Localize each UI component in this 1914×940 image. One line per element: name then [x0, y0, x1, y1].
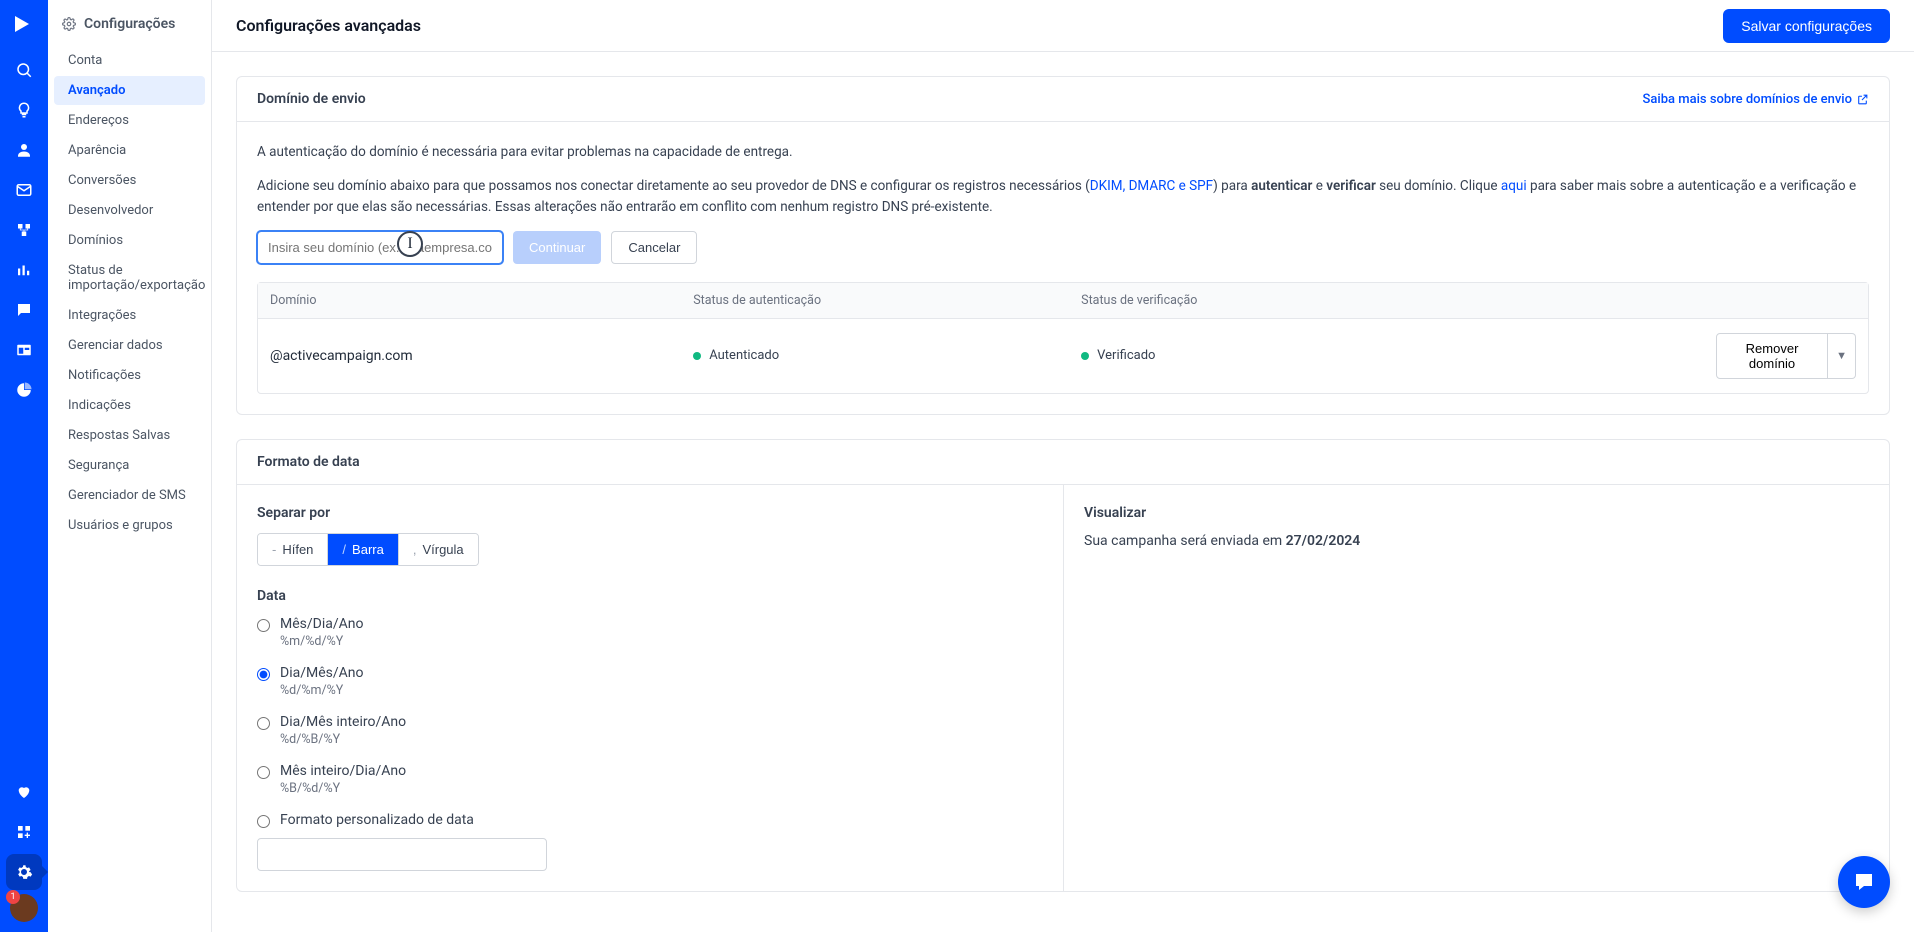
- chat-icon: [1852, 870, 1876, 894]
- sidebar-item-appearance[interactable]: Aparência: [54, 136, 205, 165]
- remove-domain-button[interactable]: Remover domínio: [1716, 333, 1828, 379]
- seg-slash[interactable]: /Barra: [327, 534, 397, 565]
- continue-button[interactable]: Continuar: [513, 231, 601, 264]
- status-dot-icon: [693, 352, 701, 360]
- radio-custom[interactable]: Formato personalizado de data: [257, 812, 1043, 828]
- radio-input[interactable]: [257, 668, 270, 681]
- radio-input[interactable]: [257, 815, 270, 828]
- sidebar-title: Configurações: [84, 16, 175, 32]
- gear-icon[interactable]: [6, 854, 42, 890]
- intro-text: A autenticação do domínio é necessária p…: [257, 142, 1869, 162]
- description-text: Adicione seu domínio abaixo para que pos…: [257, 176, 1869, 217]
- sidebar-item-saved-responses[interactable]: Respostas Salvas: [54, 421, 205, 450]
- sidebar-item-developer[interactable]: Desenvolvedor: [54, 196, 205, 225]
- sidebar-item-notifications[interactable]: Notificações: [54, 361, 205, 390]
- topbar: Configurações avançadas Salvar configura…: [212, 0, 1914, 52]
- gear-icon: [62, 17, 76, 31]
- radio-dmy[interactable]: Dia/Mês/Ano%d/%m/%Y: [257, 665, 1043, 698]
- domain-input[interactable]: [257, 231, 503, 264]
- verify-status: Verificado: [1081, 348, 1716, 363]
- status-dot-icon: [1081, 352, 1089, 360]
- sidebar-item-conversions[interactable]: Conversões: [54, 166, 205, 195]
- sidebar-item-users-groups[interactable]: Usuários e grupos: [54, 511, 205, 540]
- sidebar-item-sms-manager[interactable]: Gerenciador de SMS: [54, 481, 205, 510]
- page-title: Configurações avançadas: [236, 16, 421, 35]
- data-label: Data: [257, 588, 1043, 604]
- chat-fab[interactable]: [1838, 856, 1890, 908]
- learn-more-link[interactable]: Saiba mais sobre domínios de envio: [1643, 92, 1869, 107]
- sidebar-item-manage-data[interactable]: Gerenciar dados: [54, 331, 205, 360]
- radio-mdy[interactable]: Mês/Dia/Ano%m/%d/%Y: [257, 616, 1043, 649]
- apps-icon[interactable]: [6, 814, 42, 850]
- deals-icon[interactable]: [6, 252, 42, 288]
- auth-status: Autenticado: [693, 348, 1081, 363]
- card-title: Domínio de envio: [257, 91, 366, 107]
- notification-badge: 1: [6, 890, 20, 904]
- main-content: Configurações avançadas Salvar configura…: [212, 0, 1914, 940]
- automation-icon[interactable]: [6, 212, 42, 248]
- seg-comma[interactable]: ,Vírgula: [398, 534, 478, 565]
- sending-domain-card: Domínio de envio Saiba mais sobre domíni…: [236, 76, 1890, 415]
- date-format-card: Formato de data Separar por -Hífen /Barr…: [236, 439, 1890, 892]
- separate-by-label: Separar por: [257, 505, 1043, 521]
- radio-dby[interactable]: Dia/Mês inteiro/Ano%d/%B/%Y: [257, 714, 1043, 747]
- sidebar-item-domains[interactable]: Domínios: [54, 226, 205, 255]
- table-row: @activecampaign.com Autenticado Verifica…: [258, 319, 1868, 393]
- dkim-link[interactable]: DKIM, DMARC e SPF: [1090, 178, 1213, 194]
- domain-table: Domínio Status de autenticação Status de…: [257, 282, 1869, 394]
- sidebar-item-referrals[interactable]: Indicações: [54, 391, 205, 420]
- col-domain: Domínio: [270, 293, 693, 308]
- preview-text: Sua campanha será enviada em 27/02/2024: [1084, 533, 1869, 549]
- nav-rail: 1: [0, 0, 48, 932]
- sidebar-item-security[interactable]: Segurança: [54, 451, 205, 480]
- conversations-icon[interactable]: [6, 292, 42, 328]
- preview-label: Visualizar: [1084, 505, 1869, 521]
- radio-input[interactable]: [257, 619, 270, 632]
- search-icon[interactable]: [6, 52, 42, 88]
- campaign-icon[interactable]: [6, 172, 42, 208]
- here-link[interactable]: aqui: [1501, 178, 1527, 194]
- settings-sidebar: Configurações Conta Avançado Endereços A…: [48, 0, 212, 932]
- radio-input[interactable]: [257, 717, 270, 730]
- sidebar-item-account[interactable]: Conta: [54, 46, 205, 75]
- text-cursor-icon: I: [397, 231, 423, 257]
- cancel-button[interactable]: Cancelar: [611, 231, 697, 264]
- separator-segment: -Hífen /Barra ,Vírgula: [257, 533, 479, 566]
- radio-input[interactable]: [257, 766, 270, 779]
- lightbulb-icon[interactable]: [6, 92, 42, 128]
- domain-cell: @activecampaign.com: [270, 348, 693, 364]
- col-auth: Status de autenticação: [693, 293, 1081, 308]
- reports-icon[interactable]: [6, 372, 42, 408]
- site-icon[interactable]: [6, 332, 42, 368]
- remove-domain-caret[interactable]: ▼: [1828, 333, 1856, 379]
- col-verify: Status de verificação: [1081, 293, 1716, 308]
- contact-icon[interactable]: [6, 132, 42, 168]
- sidebar-item-advanced[interactable]: Avançado: [54, 76, 205, 105]
- external-link-icon: [1856, 93, 1869, 106]
- sidebar-item-addresses[interactable]: Endereços: [54, 106, 205, 135]
- card-title: Formato de data: [257, 454, 360, 470]
- favorite-icon[interactable]: [6, 774, 42, 810]
- app-logo[interactable]: [12, 12, 36, 36]
- seg-hyphen[interactable]: -Hífen: [258, 534, 327, 565]
- radio-bdy[interactable]: Mês inteiro/Dia/Ano%B/%d/%Y: [257, 763, 1043, 796]
- sidebar-header: Configurações: [48, 16, 211, 46]
- sidebar-item-integrations[interactable]: Integrações: [54, 301, 205, 330]
- custom-format-input[interactable]: [257, 838, 547, 871]
- sidebar-item-import-export[interactable]: Status de importação/exportação: [54, 256, 205, 300]
- save-button[interactable]: Salvar configurações: [1723, 9, 1890, 43]
- user-avatar[interactable]: 1: [10, 894, 38, 922]
